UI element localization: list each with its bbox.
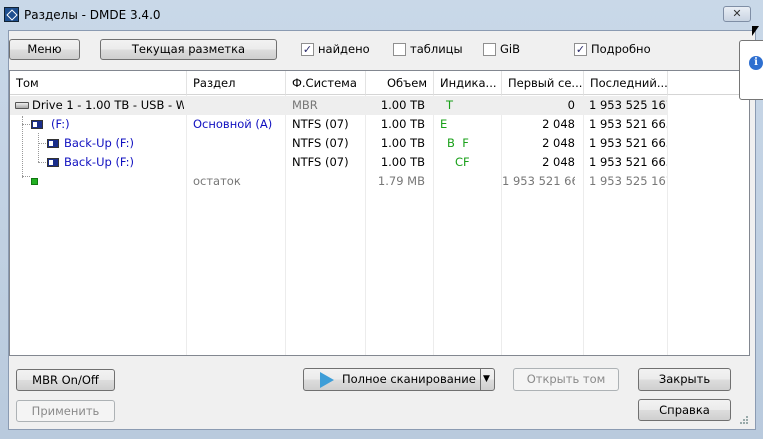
cell-last-sector: 1 953 525 167 [589, 98, 667, 112]
table-row-volume[interactable]: Back-Up (F:) NTFS (07) 1.00 TB B F 2 048… [10, 134, 668, 153]
cell-filesystem: NTFS (07) [292, 136, 349, 150]
table-row-volume[interactable]: Back-Up (F:) NTFS (07) 1.00 TB CF 2 048 … [10, 153, 668, 172]
mbr-toggle-button[interactable]: MBR On/Off [16, 369, 115, 391]
cell-indicators: B F [447, 136, 469, 150]
free-space-icon [31, 178, 38, 185]
cell-size: 1.00 TB [380, 155, 425, 169]
checkbox-box [483, 43, 496, 56]
chevron-down-icon: ▼ [483, 374, 490, 384]
checkbox-box: ✓ [301, 43, 314, 56]
full-scan-button[interactable]: Полное сканирование ▼ [303, 368, 495, 391]
column-header-filesystem[interactable]: Ф.Система [286, 71, 366, 95]
partition-icon [47, 139, 59, 148]
cell-partition [193, 134, 283, 153]
help-button[interactable]: Справка [638, 399, 731, 421]
current-layout-button[interactable]: Текущая разметка [100, 39, 277, 60]
tables-checkbox-label: таблицы [410, 42, 463, 56]
table-row-partition[interactable]: (F:) Основной (A) NTFS (07) 1.00 TB E 2 … [10, 115, 668, 134]
gib-checkbox[interactable]: GiB [483, 42, 528, 58]
cell-partition: остаток [193, 174, 241, 188]
cell-filesystem: NTFS (07) [292, 155, 349, 169]
full-scan-label: Полное сканирование [342, 372, 476, 386]
table-row-drive[interactable]: Drive 1 - 1.00 TB - USB - W... MBR 1.00 … [10, 96, 668, 115]
hard-drive-icon [15, 102, 29, 109]
menu-button[interactable]: Меню [9, 39, 80, 60]
cell-first-sector: 2 048 [542, 155, 575, 169]
column-header-last-sector[interactable]: Последний... [584, 71, 668, 95]
cell-size: 1.79 MB [377, 174, 425, 188]
gib-checkbox-label: GiB [500, 42, 520, 56]
cell-first-sector: 0 [567, 98, 575, 112]
found-checkbox[interactable]: ✓ найдено [301, 42, 371, 58]
full-scan-dropdown-arrow[interactable]: ▼ [480, 369, 494, 390]
column-header-size[interactable]: Объем [366, 71, 434, 95]
close-button[interactable]: Закрыть [638, 368, 731, 391]
dmde-app-icon [4, 7, 19, 22]
column-header-empty [668, 71, 749, 95]
cell-first-sector: 2 048 [542, 136, 575, 150]
column-header-partition[interactable]: Раздел [187, 71, 286, 95]
cell-indicators: E [440, 117, 448, 131]
cell-last-sector: 1 953 525 167 [589, 174, 667, 188]
found-checkbox-label: найдено [318, 42, 370, 56]
detailed-checkbox[interactable]: ✓ Подробно [574, 42, 654, 58]
dmde-partitions-window: Разделы - DMDE 3.4.0 ✕ Меню Текущая разм… [0, 0, 763, 439]
title-bar: Разделы - DMDE 3.4.0 ✕ [0, 0, 763, 30]
cell-size: 1.00 TB [380, 117, 425, 131]
cell-partition [193, 96, 283, 115]
partition-icon [47, 158, 59, 167]
cell-indicators: T [446, 98, 454, 112]
column-header-volume[interactable]: Том [10, 71, 187, 95]
tables-checkbox[interactable]: таблицы [393, 42, 463, 58]
cell-first-sector: 2 048 [542, 117, 575, 131]
cell-volume: Drive 1 - 1.00 TB - USB - W... [32, 98, 184, 112]
checkbox-box: ✓ [574, 43, 587, 56]
cell-size: 1.00 TB [380, 136, 425, 150]
apply-button[interactable]: Применить [16, 400, 115, 422]
play-icon [320, 371, 334, 388]
resize-grip-icon[interactable] [739, 415, 749, 425]
checkbox-box [393, 43, 406, 56]
cell-first-sector: 1 953 521 664 [502, 174, 575, 188]
column-header-first-sector[interactable]: Первый се... [502, 71, 584, 95]
cell-partition [193, 153, 283, 172]
window-title: Разделы - DMDE 3.4.0 [24, 8, 161, 22]
table-row-free-space[interactable]: остаток 1.79 MB 1 953 521 664 1 953 525 … [10, 172, 668, 191]
cell-last-sector: 1 953 521 663 [589, 136, 667, 150]
partitions-table[interactable]: Том Раздел Ф.Система Объем Индика... Пер… [9, 70, 750, 356]
info-tooltip: i [739, 40, 763, 100]
cell-volume: Back-Up (F:) [64, 155, 135, 169]
open-volume-button[interactable]: Открыть том [513, 368, 619, 391]
dialog-client-area: Меню Текущая разметка ✓ найдено таблицы … [8, 30, 756, 430]
cell-filesystem: MBR [292, 98, 318, 112]
cell-indicators: CF [455, 155, 470, 169]
detailed-checkbox-label: Подробно [591, 42, 651, 56]
close-icon: ✕ [732, 7, 742, 20]
cell-last-sector: 1 953 521 663 [589, 155, 667, 169]
cell-volume: Back-Up (F:) [64, 136, 135, 150]
cell-partition: Основной (A) [193, 117, 273, 131]
cell-size: 1.00 TB [380, 98, 425, 112]
mouse-cursor-icon [752, 26, 759, 36]
info-icon: i [749, 56, 763, 70]
cell-filesystem: NTFS (07) [292, 117, 349, 131]
column-header-indicators[interactable]: Индика... [434, 71, 502, 95]
window-close-button[interactable]: ✕ [723, 6, 751, 22]
partition-icon [31, 120, 43, 129]
cell-last-sector: 1 953 521 663 [589, 117, 667, 131]
cell-volume: (F:) [51, 117, 70, 131]
